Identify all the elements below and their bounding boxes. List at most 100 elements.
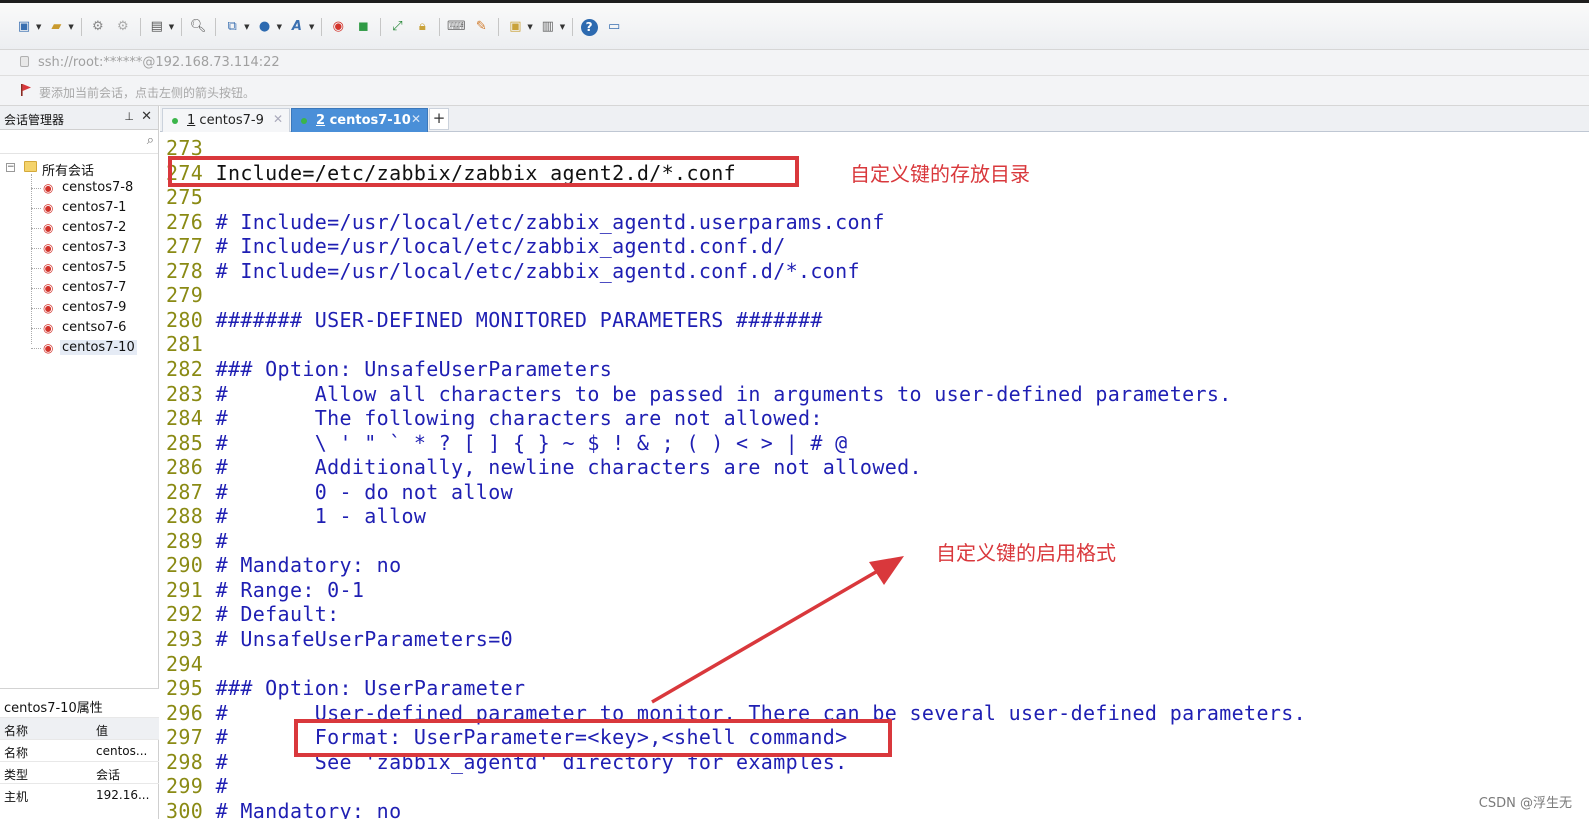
line-text: # Include=/usr/local/etc/zabbix_agentd.u…	[215, 209, 885, 234]
session-search[interactable]: ⌕	[0, 130, 158, 154]
terminal-line: 290 # Mandatory: no	[166, 553, 401, 577]
globe-icon[interactable]: ●	[255, 18, 275, 36]
hint-text: 要添加当前会话，点击左侧的箭头按钮。	[39, 86, 256, 100]
font-icon[interactable]: A	[287, 18, 307, 36]
pin-icon[interactable]: ⊥	[124, 110, 134, 123]
close-icon[interactable]: ✕	[141, 109, 152, 124]
session-item[interactable]: ◉ centos7-1	[0, 198, 158, 218]
xftp-icon[interactable]: ◉	[328, 18, 348, 36]
open-folder-icon[interactable]: ▰	[46, 18, 66, 36]
terminal-view[interactable]: 273 274 Include=/etc/zabbix/zabbix_agent…	[160, 132, 1589, 819]
terminal-line: 280 ####### USER-DEFINED MONITORED PARAM…	[166, 308, 823, 332]
tab-number: 1	[187, 113, 196, 128]
chat-icon[interactable]: ▭	[604, 18, 624, 36]
dropdown-icon[interactable]: ▼	[527, 23, 532, 31]
toolbar-divider	[439, 18, 441, 36]
line-number: 289	[166, 528, 204, 553]
line-text: ### Option: UserParameter	[215, 676, 526, 701]
tab-centos7-9[interactable]: 1 centos7-9 ✕	[162, 108, 290, 132]
find-icon[interactable]: 🔍︎	[188, 18, 208, 36]
tab-centos7-10[interactable]: 2 centos7-10 ✕	[291, 108, 428, 132]
dropdown-icon[interactable]: ▼	[277, 23, 282, 31]
line-text: # \ ' " ` * ? [ ] { } ~ $ ! & ; ( ) < > …	[215, 430, 848, 455]
toolbar-divider	[380, 18, 382, 36]
session-item-label: centos7-1	[62, 200, 127, 215]
new-session-icon[interactable]: ▣	[14, 18, 34, 36]
line-number: 293	[166, 627, 204, 651]
session-item[interactable]: ◉ centos7-3	[0, 238, 158, 258]
dropdown-icon[interactable]: ▼	[36, 23, 41, 31]
compose-icon[interactable]: ▣	[505, 18, 525, 36]
new-tab-icon[interactable]: +	[429, 108, 449, 130]
toolbar-divider	[215, 18, 217, 36]
disconnect-icon[interactable]: ⚙	[113, 18, 133, 36]
tab-name: centos7-9	[199, 113, 264, 128]
session-tree: − 所有会话 ◉ censtos7-8 ◉ centos7-1 ◉ centos7-2…	[0, 154, 158, 358]
folder-icon	[24, 161, 37, 172]
dropdown-icon[interactable]: ▼	[244, 23, 249, 31]
line-number: 283	[166, 381, 204, 406]
session-icon: ◉	[43, 221, 54, 235]
layout-icon[interactable]: ▥	[538, 18, 558, 36]
lock-icon[interactable]: 🔒︎	[412, 18, 432, 36]
properties-row[interactable]: 类型 会话	[0, 761, 159, 783]
session-manager-title: 会话管理器	[4, 113, 65, 127]
line-text: ####### USER-DEFINED MONITORED PARAMETER…	[215, 307, 823, 332]
session-item[interactable]: ◉ centos7-7	[0, 278, 158, 298]
help-icon[interactable]: ?	[579, 18, 599, 36]
terminal-line: 287 # 0 - do not allow	[166, 480, 513, 504]
properties-panel: centos7-10属性 名称 值 名称 centos... 类型 会话 主机 …	[0, 688, 159, 819]
connect-icon[interactable]: ⚙	[88, 18, 108, 36]
line-number: 297	[166, 725, 204, 750]
session-item[interactable]: ◉ centos7-5	[0, 258, 158, 278]
close-tab-icon[interactable]: ✕	[273, 112, 283, 126]
search-icon[interactable]: ⌕	[147, 133, 154, 148]
session-item[interactable]: ◉ centso7-6	[0, 318, 158, 338]
terminal-line: 286 # Additionally, newline characters a…	[166, 455, 922, 479]
properties-row[interactable]: 名称 centos...	[0, 739, 159, 761]
session-icon: ◉	[43, 321, 54, 335]
close-tab-icon[interactable]: ✕	[411, 112, 421, 126]
session-item[interactable]: ◉ centos7-2	[0, 218, 158, 238]
dropdown-icon[interactable]: ▼	[68, 23, 73, 31]
session-item[interactable]: ◉ censtos7-8	[0, 178, 158, 198]
session-item-label: centos7-10	[60, 340, 137, 355]
xshell-icon[interactable]: ◼	[353, 18, 373, 36]
collapse-toggle-icon[interactable]: −	[6, 163, 15, 172]
address-text[interactable]: ssh://root:******@192.168.73.114:22	[38, 55, 280, 70]
fullscreen-icon[interactable]: ⤢	[387, 18, 407, 36]
line-number: 286	[166, 455, 204, 480]
line-text: # 1 - allow	[215, 504, 427, 529]
terminal-line: 278 # Include=/usr/local/etc/zabbix_agen…	[166, 259, 860, 283]
dropdown-icon[interactable]: ▼	[309, 23, 314, 31]
session-item-selected[interactable]: ◉ centos7-10	[0, 338, 158, 358]
session-layout-icon[interactable]: ▤	[147, 18, 167, 36]
arrow-flag-icon[interactable]	[20, 83, 32, 97]
keyboard-icon[interactable]: ⌨	[446, 18, 466, 36]
annotation-key-format: 自定义键的启用格式	[936, 541, 1116, 565]
line-number: 298	[166, 749, 204, 774]
session-icon: ◉	[43, 281, 54, 295]
highlight-icon[interactable]: ✎	[471, 18, 491, 36]
tree-root-all-sessions[interactable]: − 所有会话	[0, 158, 158, 179]
line-text: ### Option: UnsafeUserParameters	[215, 356, 613, 381]
line-number: 275	[166, 185, 204, 210]
line-number: 290	[166, 553, 204, 578]
session-item[interactable]: ◉ centos7-9	[0, 298, 158, 318]
copy-paste-icon[interactable]: ⧉	[222, 18, 242, 36]
dropdown-icon[interactable]: ▼	[560, 23, 565, 31]
session-icon: ◉	[43, 181, 54, 195]
session-item-label: centos7-9	[62, 300, 127, 315]
session-manager: 会话管理器 ⊥ ✕ ⌕ − 所有会话 ◉ censtos7-8 ◉ centos7-…	[0, 106, 159, 819]
terminal-line: 294	[166, 652, 216, 676]
terminal-line: 276 # Include=/usr/local/etc/zabbix_agen…	[166, 210, 885, 234]
dropdown-icon[interactable]: ▼	[169, 23, 174, 31]
property-value: 会话	[96, 768, 121, 782]
line-text: # Mandatory: no	[215, 798, 402, 819]
line-number: 294	[166, 651, 204, 676]
line-text: # UnsafeUserParameters=0	[215, 627, 513, 651]
line-text: #	[215, 774, 228, 799]
properties-row[interactable]: 主机 192.16...	[0, 783, 159, 805]
terminal-line: 293 # UnsafeUserParameters=0	[166, 627, 513, 651]
properties-col-name: 名称	[4, 724, 29, 738]
